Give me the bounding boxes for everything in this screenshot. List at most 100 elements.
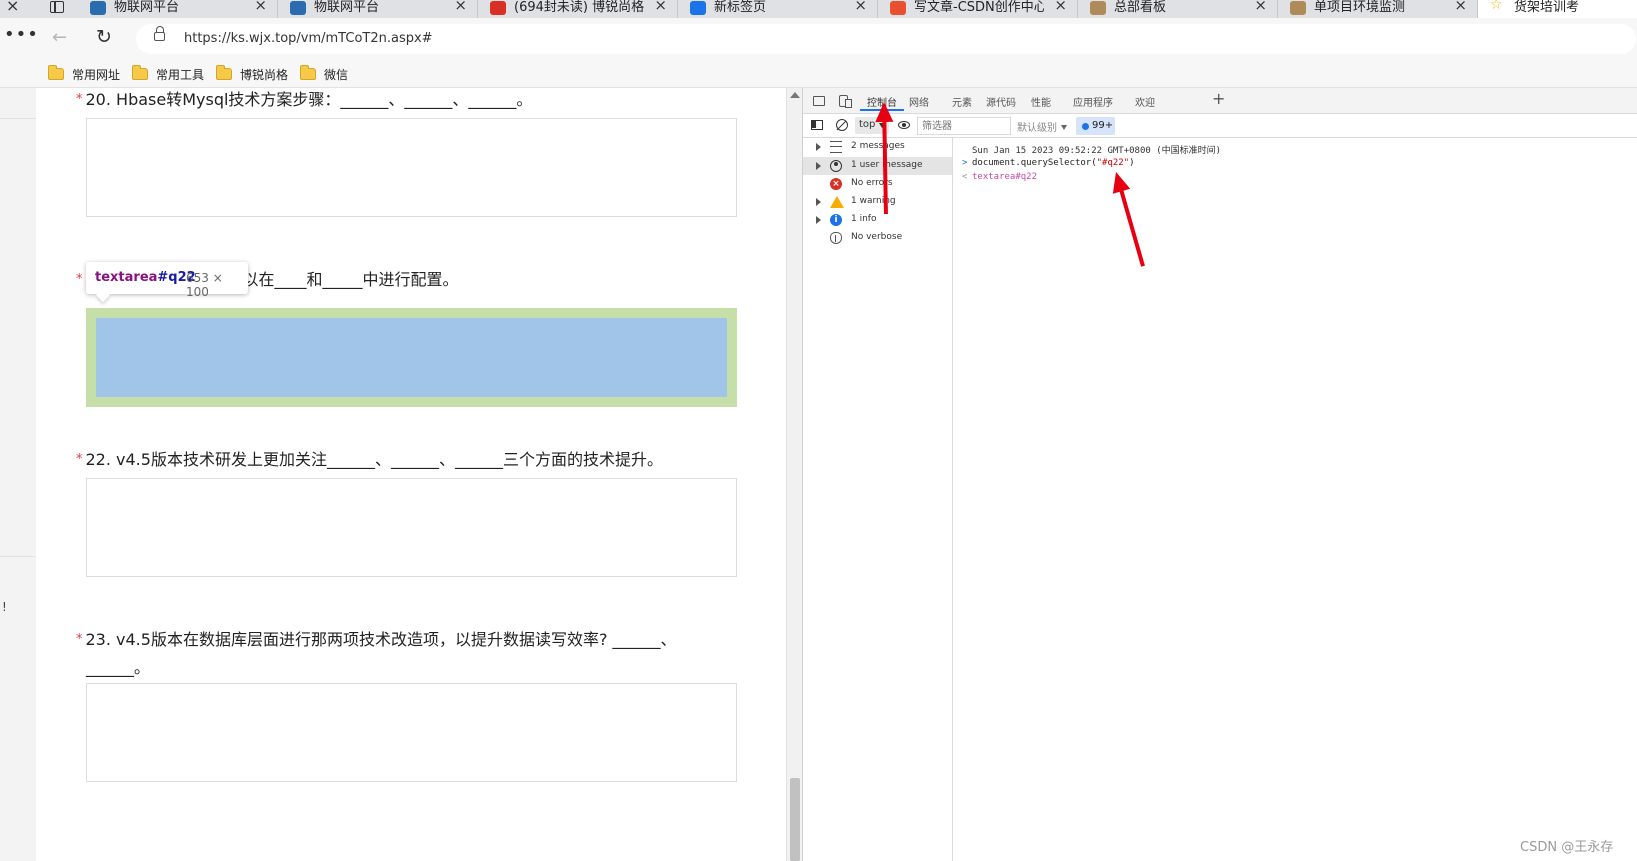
list-icon — [830, 141, 842, 153]
annotation-arrow-console-tab — [874, 101, 896, 215]
back-arrow-icon[interactable]: ← — [52, 27, 67, 48]
tab-title: 物联网平台 — [114, 0, 180, 15]
tab-close-icon[interactable]: × — [854, 0, 867, 14]
page-scrollbar[interactable] — [786, 88, 802, 861]
browser-tab[interactable]: (694封未读) 博锐尚格科技 × — [478, 0, 678, 18]
question-20: * 20. Hbase转Mysql技术方案步骤：______、______、___… — [76, 88, 532, 110]
bookmark-label: 常用工具 — [156, 68, 205, 82]
tab-title: 货架培训考 — [1514, 0, 1580, 15]
tab-close-icon[interactable]: × — [654, 0, 667, 14]
tab-title: 写文章-CSDN创作中心 — [914, 0, 1044, 15]
iot-logo-icon — [290, 1, 306, 15]
url-text[interactable]: https://ks.wjx.top/vm/mTCoT2n.aspx# — [184, 31, 433, 46]
issues-dot-icon — [1082, 123, 1089, 130]
add-tab-icon[interactable]: + — [1212, 89, 1225, 108]
tab-close-icon[interactable]: × — [454, 0, 467, 14]
browser-tab[interactable]: 单项目环境监测 × — [1278, 0, 1478, 18]
clear-console-icon[interactable] — [836, 119, 848, 131]
tab-title: 新标签页 — [714, 0, 767, 15]
issues-count: 99+ — [1092, 120, 1114, 131]
input-code: document.querySelector("#q22") — [972, 158, 1135, 168]
tab-actions-icon[interactable] — [50, 1, 64, 13]
issues-badge[interactable]: 99+ — [1076, 117, 1115, 135]
info-icon: i — [830, 214, 842, 226]
console-filter-input[interactable] — [917, 117, 1011, 135]
context-label: top — [859, 119, 876, 130]
answer-textarea-q22-highlighted[interactable] — [96, 318, 727, 397]
scroll-thumb[interactable] — [790, 778, 800, 861]
folder-icon — [132, 65, 148, 80]
tab-title: 总部看板 — [1114, 0, 1167, 15]
tab-sources[interactable]: 源代码 — [986, 94, 1016, 109]
sidebar-item-verbose[interactable]: No verbose — [803, 229, 952, 247]
user-icon — [830, 160, 842, 172]
sidebar-item-label: No verbose — [851, 232, 903, 242]
console-sidebar: 2 messages 1 user message × No errors 1 … — [803, 138, 953, 861]
tab-title: (694封未读) 博锐尚格科技 — [514, 0, 644, 15]
folder-icon — [216, 65, 232, 80]
mail-icon — [490, 1, 506, 15]
question-23: * 23. v4.5版本在数据库层面进行那两项技术改造项，以提升数据读写效率? _… — [76, 626, 677, 650]
more-options-icon[interactable]: ••• — [4, 24, 39, 45]
scroll-up-icon[interactable] — [790, 92, 800, 98]
tab-elements[interactable]: 元素 — [952, 94, 972, 109]
live-expression-eye-icon[interactable] — [898, 121, 910, 129]
console-output: Sun Jan 15 2023 09:52:22 GMT+0800 (中国标准时… — [954, 138, 1637, 861]
device-emulation-icon[interactable] — [839, 95, 852, 108]
sidebar-toggle-icon[interactable] — [811, 120, 823, 130]
tab-title: 物联网平台 — [314, 0, 380, 15]
watermark: CSDN @王永存 — [1520, 840, 1614, 855]
inspect-element-icon[interactable] — [813, 96, 825, 106]
bookmark-label: 微信 — [324, 68, 349, 82]
browser-tab-active[interactable]: ☆ 货架培训考 — [1478, 0, 1637, 18]
lock-icon[interactable] — [154, 26, 165, 41]
tooltip-element-name: textarea#q22 — [95, 270, 196, 285]
divider — [0, 118, 36, 119]
devtools-panel: 控制台 网络 元素 源代码 性能 应用程序 欢迎 + top 默认级别 99+ … — [802, 88, 1637, 861]
result-element-link[interactable]: textarea#q22 — [972, 172, 1037, 182]
tab-network[interactable]: 网络 — [909, 94, 929, 109]
address-bar[interactable]: https://ks.wjx.top/vm/mTCoT2n.aspx# — [136, 24, 1636, 54]
tab-performance[interactable]: 性能 — [1031, 94, 1051, 109]
expand-triangle-icon[interactable] — [816, 162, 821, 170]
tab-welcome[interactable]: 欢迎 — [1135, 94, 1155, 109]
required-mark: * — [76, 92, 83, 107]
browser-tab[interactable]: 物联网平台 × — [278, 0, 478, 18]
browser-tab[interactable]: 写文章-CSDN创作中心 × — [878, 0, 1078, 18]
console-toolbar: top 默认级别 99+ — [803, 114, 1637, 138]
bookmark-label: 常用网址 — [72, 68, 121, 82]
folder-icon — [300, 65, 316, 80]
expand-triangle-icon[interactable] — [816, 143, 821, 151]
csdn-logo-icon — [890, 1, 906, 15]
sidebar-item-label: 1 info — [851, 214, 877, 224]
result-prompt-icon: < — [962, 172, 968, 182]
tab-close-icon[interactable]: × — [1454, 0, 1467, 14]
required-mark: * — [76, 632, 83, 647]
window-close-icon[interactable]: × — [6, 0, 19, 15]
tab-close-icon[interactable]: × — [1054, 0, 1067, 14]
answer-textarea-q24[interactable] — [86, 683, 737, 782]
reload-icon[interactable]: ↻ — [96, 26, 112, 48]
chevron-down-icon — [1061, 125, 1067, 130]
answer-textarea-q23[interactable] — [86, 478, 737, 577]
tab-application[interactable]: 应用程序 — [1073, 94, 1113, 109]
tab-close-icon[interactable]: × — [1254, 0, 1267, 14]
required-mark: * — [76, 452, 83, 467]
tooltip-dimensions: 653 × 100 — [186, 271, 223, 299]
browser-tab[interactable]: 总部看板 × — [1078, 0, 1278, 18]
devtools-tab-bar: 控制台 网络 元素 源代码 性能 应用程序 欢迎 + — [803, 88, 1637, 114]
expand-triangle-icon[interactable] — [816, 198, 821, 206]
folder-icon — [48, 65, 64, 80]
answer-textarea-q20[interactable] — [86, 118, 737, 217]
warning-icon — [830, 196, 844, 208]
log-levels-dropdown[interactable]: 默认级别 — [1017, 119, 1067, 134]
dashboard-logo-icon — [1090, 1, 1106, 15]
expand-triangle-icon[interactable] — [816, 216, 821, 224]
browser-tab[interactable]: 物联网平台 × — [78, 0, 278, 18]
timestamp-text: Sun Jan 15 2023 09:52:22 GMT+0800 (中国标准时… — [972, 146, 1222, 156]
browser-tab[interactable]: 新标签页 × — [678, 0, 878, 18]
tab-close-icon[interactable]: × — [254, 0, 267, 14]
bug-icon — [830, 232, 842, 244]
new-tab-icon — [690, 1, 706, 15]
inspect-tooltip: textarea#q22 653 × 100 — [86, 262, 248, 299]
